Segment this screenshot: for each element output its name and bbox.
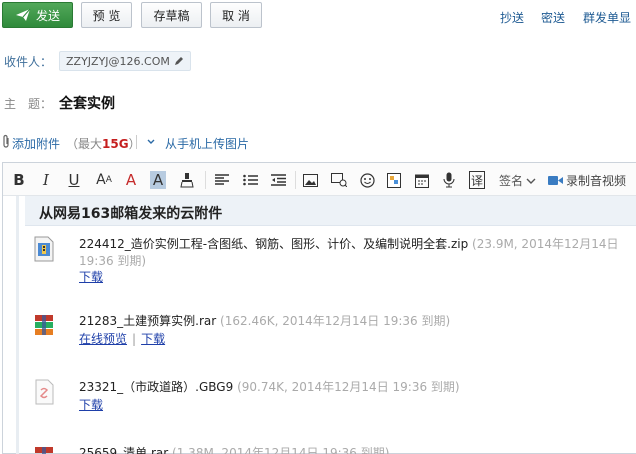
cancel-button[interactable]: 取 消 [210, 2, 262, 28]
attachment-row: 添加附件 （最大15G） 从手机上传图片 [0, 133, 636, 151]
send-plane-icon [15, 8, 31, 21]
underline-icon[interactable]: U [67, 171, 81, 189]
download-link[interactable]: 下载 [79, 270, 103, 284]
subject-input[interactable]: 全套实例 [59, 93, 115, 113]
online-preview-link[interactable]: 在线预览 [79, 332, 127, 346]
font-size-icon[interactable]: AA [95, 171, 113, 189]
subject-row: 主 题： 全套实例 [0, 92, 636, 114]
recipient-chip[interactable]: ZZYJZYJ@126.COM [59, 51, 191, 71]
upload-from-phone-link[interactable]: 从手机上传图片 [165, 135, 249, 152]
bullet-list-icon[interactable] [242, 171, 258, 189]
download-link[interactable]: 下载 [141, 332, 165, 346]
image-icon[interactable] [302, 171, 318, 189]
compose-toolbar: 发送 预 览 存草稿 取 消 抄送 密送 群发单显 [0, 0, 636, 32]
rich-text-editor: B I U AA A A 译 签名 录制音视频 从网易163邮箱发来的云附件 2… [2, 162, 636, 454]
record-av-label: 录制音视频 [566, 174, 627, 188]
preview-button[interactable]: 预 览 [81, 2, 132, 28]
zip-file-icon [34, 236, 54, 262]
divider [136, 135, 137, 149]
quote-bar [16, 196, 19, 454]
subject-label: 主 题： [4, 97, 53, 111]
max-size-value: 15G [102, 137, 129, 151]
add-attachment-link[interactable]: 添加附件 [12, 135, 60, 152]
save-draft-button[interactable]: 存草稿 [141, 2, 202, 28]
toolbar-divider [295, 171, 296, 189]
send-button[interactable]: 发送 [2, 2, 73, 28]
file-name: 21283_土建预算实例.rar (162.46K, 2014年12月14日 1… [79, 314, 451, 328]
attachment-max-size: （最大15G） [66, 137, 141, 151]
font-color-icon[interactable]: A [124, 171, 138, 189]
signature-label: 签名 [499, 174, 524, 188]
file-actions: 在线预览 | 下载 [79, 331, 165, 347]
send-label: 发送 [35, 8, 60, 23]
generic-file-icon [35, 379, 54, 405]
video-camera-icon [548, 176, 563, 185]
chevron-down-icon [526, 178, 536, 184]
file-actions: 下载 [79, 269, 103, 285]
file-meta: (162.46K, 2014年12月14日 19:36 到期) [220, 314, 451, 328]
chevron-down-icon[interactable] [146, 137, 156, 147]
link-separator: | [132, 332, 137, 346]
italic-icon[interactable]: I [39, 171, 53, 189]
bold-icon[interactable]: B [12, 171, 26, 189]
editor-body[interactable]: 从网易163邮箱发来的云附件 224412_造价实例工程-含图纸、钢筋、图形、计… [3, 196, 636, 454]
cloud-attachment-heading: 从网易163邮箱发来的云附件 [25, 196, 636, 226]
bcc-link[interactable]: 密送 [541, 9, 565, 26]
file-meta: (1.38M, 2014年12月14日 19:36 到期) [172, 446, 390, 454]
screenshot-icon[interactable] [330, 171, 347, 189]
send-separately-link[interactable]: 群发单显 [583, 9, 631, 26]
file-name: 25659_清单.rar (1.38M, 2014年12月14日 19:36 到… [79, 445, 636, 454]
file-name: 224412_造价实例工程-含图纸、钢筋、图形、计价、及编制说明全套.zip (… [79, 237, 619, 268]
file-meta: (90.74K, 2014年12月14日 19:36 到期) [237, 380, 460, 394]
microphone-icon[interactable] [442, 171, 456, 189]
recipient-label: 收件人： [4, 55, 53, 69]
recipient-row: 收件人： ZZYJZYJ@126.COM [0, 50, 636, 72]
indent-icon[interactable] [270, 171, 286, 189]
translate-icon[interactable]: 译 [469, 171, 485, 189]
stationery-icon[interactable] [386, 171, 402, 189]
emoji-icon[interactable] [359, 171, 375, 189]
editor-toolbar: B I U AA A A 译 签名 录制音视频 [3, 163, 636, 196]
rar-file-icon [35, 315, 53, 335]
align-left-icon[interactable] [214, 171, 230, 189]
file-actions: 下载 [79, 397, 103, 413]
paperclip-icon [3, 134, 9, 148]
highlight-color-icon[interactable]: A [150, 171, 166, 189]
pencil-icon[interactable] [174, 56, 184, 66]
rar-file-icon [35, 447, 53, 454]
recipient-address: ZZYJZYJ@126.COM [66, 54, 170, 68]
clear-format-icon[interactable] [179, 171, 195, 189]
calendar-icon[interactable] [414, 171, 430, 189]
download-link[interactable]: 下载 [79, 398, 103, 412]
cc-link[interactable]: 抄送 [500, 9, 524, 26]
toolbar-divider [205, 171, 206, 189]
file-name: 23321_（市政道路）.GBG9 (90.74K, 2014年12月14日 1… [79, 380, 460, 394]
record-av-button[interactable]: 录制音视频 [548, 172, 626, 189]
signature-dropdown[interactable]: 签名 [499, 172, 536, 189]
